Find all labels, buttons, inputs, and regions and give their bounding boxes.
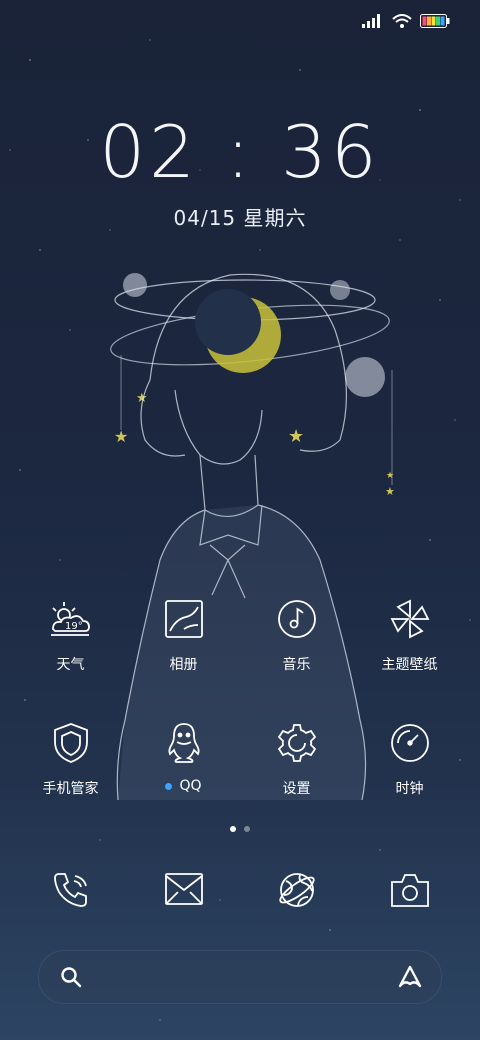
svg-text:★: ★ xyxy=(288,426,304,447)
status-bar xyxy=(362,10,450,32)
app-label: 手机管家 xyxy=(42,781,99,797)
app-label-qq: QQ xyxy=(165,778,202,794)
svg-text:★: ★ xyxy=(386,471,394,481)
wifi-icon xyxy=(392,14,412,28)
page-dot-active xyxy=(230,826,236,832)
lock-date: 04/15 星期六 xyxy=(173,206,307,230)
app-label: 设置 xyxy=(282,781,311,797)
page-dot xyxy=(244,826,250,832)
themes-icon xyxy=(387,596,433,642)
app-music[interactable]: 音乐 xyxy=(240,596,353,674)
settings-icon xyxy=(274,720,320,766)
messages-icon xyxy=(160,866,208,914)
gallery-icon xyxy=(161,596,207,642)
qq-icon xyxy=(161,720,207,766)
update-dot xyxy=(165,782,173,790)
svg-text:★: ★ xyxy=(114,427,128,446)
lock-clock: 02 : 36 xyxy=(99,110,381,194)
app-grid-row-2: 手机管家 QQ 设置 时钟 xyxy=(14,720,466,798)
signal-bars-icon xyxy=(362,14,380,28)
music-icon xyxy=(274,596,320,642)
dock xyxy=(14,866,466,914)
security-icon xyxy=(48,720,94,766)
app-themes[interactable]: 主题壁纸 xyxy=(353,596,466,674)
assistant-icon[interactable] xyxy=(397,964,423,990)
app-qq[interactable]: QQ xyxy=(127,720,240,798)
weather-icon: 19° xyxy=(48,596,94,642)
browser-icon xyxy=(273,866,321,914)
phone-icon xyxy=(47,866,95,914)
app-label: 相册 xyxy=(169,657,198,673)
page-indicator[interactable] xyxy=(0,826,480,832)
app-label: 时钟 xyxy=(395,781,424,797)
app-label: 主题壁纸 xyxy=(381,657,438,673)
app-gallery[interactable]: 相册 xyxy=(127,596,240,674)
app-clock[interactable]: 时钟 xyxy=(353,720,466,798)
camera-icon xyxy=(386,866,434,914)
dock-browser[interactable] xyxy=(240,866,353,914)
dock-phone[interactable] xyxy=(14,866,127,914)
app-label: 天气 xyxy=(56,657,85,673)
dock-camera[interactable] xyxy=(353,866,466,914)
app-weather[interactable]: 19° 天气 xyxy=(14,596,127,674)
clock-icon xyxy=(387,720,433,766)
search-icon[interactable] xyxy=(59,965,83,989)
app-settings[interactable]: 设置 xyxy=(240,720,353,798)
app-label: 音乐 xyxy=(282,657,311,673)
dock-messages[interactable] xyxy=(127,866,240,914)
weather-temp: 19° xyxy=(65,621,83,632)
search-bar[interactable] xyxy=(38,950,442,1004)
svg-text:★: ★ xyxy=(385,485,395,498)
app-grid-row-1: 19° 天气 相册 音乐 主题壁纸 xyxy=(14,596,466,674)
battery-icon xyxy=(420,14,450,28)
app-security[interactable]: 手机管家 xyxy=(14,720,127,798)
app-label: QQ xyxy=(179,778,202,794)
